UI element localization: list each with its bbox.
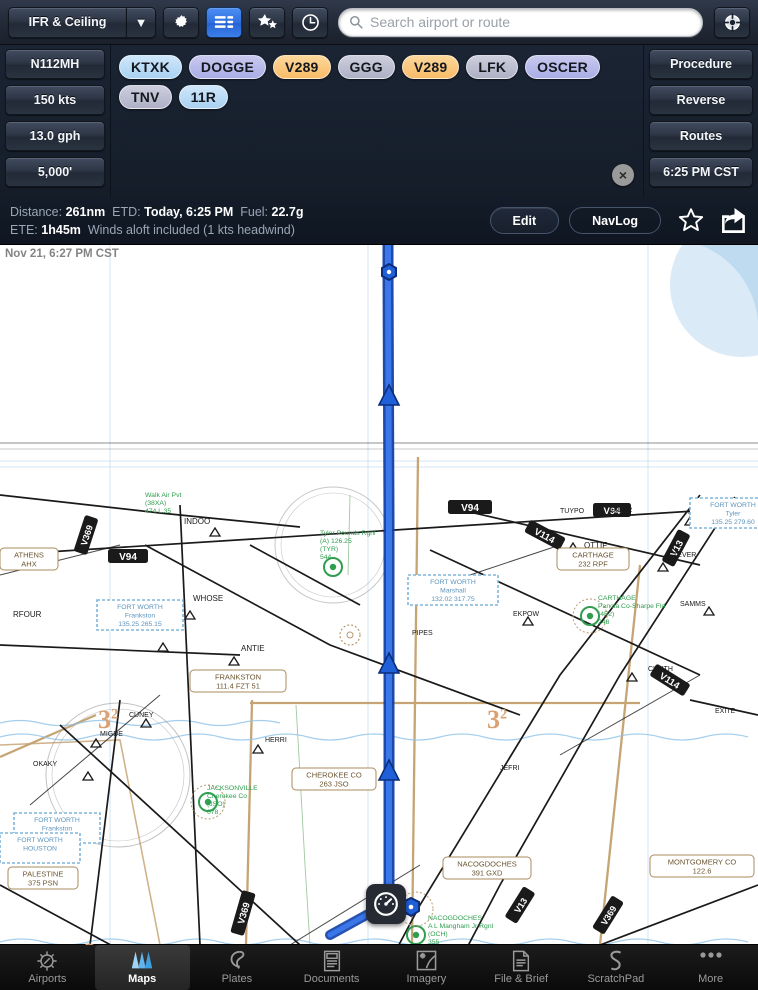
tab-more[interactable]: More [663, 945, 758, 990]
waypoint-chip-list: KTXK DOGGE V289 GGG V289 LFK OSCER TNV 11R [119, 55, 635, 109]
bottom-tab-bar: Airports Maps Plates Documents Imagery File &… [0, 944, 758, 990]
tab-maps[interactable]: Maps [94, 945, 190, 990]
procedure-button[interactable]: Procedure [649, 49, 753, 79]
waypoint-chip[interactable]: KTXK [119, 55, 182, 79]
distance-value: 261nm [65, 204, 106, 219]
clear-route-button[interactable]: × [612, 164, 634, 186]
route-line [325, 245, 416, 940]
tab-label: Maps [128, 973, 157, 985]
departure-time-button[interactable]: 6:25 PM CST [649, 157, 753, 187]
clock-history-icon[interactable] [292, 6, 328, 38]
grid-sup: 2 [111, 706, 119, 723]
search-input[interactable]: Search airport or route [338, 7, 703, 37]
tail-number-button[interactable]: N112MH [5, 49, 105, 79]
tab-plates[interactable]: Plates [190, 945, 285, 990]
plates-hook-icon [228, 950, 246, 972]
fuel-label: Fuel: [240, 204, 269, 219]
tab-label: More [698, 973, 724, 985]
tab-label: Documents [303, 973, 360, 985]
route-editor-panel: N112MH 150 kts 13.0 gph 5,000' KTXK DOGGE… [0, 45, 758, 197]
sectional-grid-number: 32 [62, 935, 96, 945]
waypoint-chip[interactable]: V289 [273, 55, 331, 79]
navlog-button[interactable]: NavLog [569, 207, 661, 234]
grid-main: 3 [487, 705, 500, 734]
tab-file-brief[interactable]: File & Brief [474, 945, 569, 990]
ete-label: ETE: [10, 222, 38, 237]
route-waypoint-area[interactable]: KTXK DOGGE V289 GGG V289 LFK OSCER TNV 11R × [110, 45, 644, 197]
search-placeholder: Search airport or route [370, 14, 511, 30]
layer-selector-button[interactable]: IFR & Ceiling [8, 6, 126, 38]
map-timestamp: Nov 21, 6:27 PM CST [5, 248, 119, 260]
flight-route-layer [325, 245, 420, 940]
tab-label: File & Brief [494, 973, 549, 985]
grid-main: 3 [62, 936, 84, 945]
settings-gear-icon[interactable] [163, 6, 199, 38]
waypoint-chip[interactable]: TNV [119, 85, 172, 109]
routes-button[interactable]: Routes [649, 121, 753, 151]
ete-value: 1h45m [41, 222, 81, 237]
route-waypoint-marker[interactable] [381, 262, 397, 282]
layers-list-icon[interactable] [206, 6, 242, 38]
imagery-icon [416, 950, 437, 972]
tab-label: Imagery [406, 973, 447, 985]
waypoint-chip[interactable]: GGG [337, 55, 395, 79]
waypoint-chip[interactable]: LFK [466, 55, 519, 79]
route-summary-bar: Distance: 261nm ETD: Today, 6:25 PM Fuel… [0, 196, 758, 245]
route-summary-text: Distance: 261nm ETD: Today, 6:25 PM Fuel… [10, 203, 480, 239]
scratchpad-icon [608, 950, 624, 972]
documents-icon [322, 950, 342, 972]
top-toolbar: IFR & Ceiling ▼ Search airport or route [0, 0, 758, 45]
tab-airports[interactable]: Airports [0, 945, 95, 990]
airport-beacon-icon [36, 950, 58, 972]
tab-label: Plates [221, 973, 253, 985]
fuel-burn-button[interactable]: 13.0 gph [5, 121, 105, 151]
crosshair-locate-icon[interactable] [714, 6, 750, 38]
etd-value: Today, 6:25 PM [144, 204, 234, 219]
grid-sup: 2 [84, 938, 96, 945]
sectional-grid-number: 32 [98, 705, 118, 735]
tab-label: Airports [28, 973, 67, 985]
speedometer-icon[interactable] [366, 884, 406, 924]
true-airspeed-button[interactable]: 150 kts [5, 85, 105, 115]
waypoint-chip[interactable]: 11R [178, 85, 229, 109]
waypoint-chip[interactable]: OSCER [525, 55, 600, 79]
tab-documents[interactable]: Documents [284, 945, 379, 990]
star-outline-icon[interactable] [677, 207, 705, 234]
tab-scratchpad[interactable]: ScratchPad [569, 945, 664, 990]
maps-layers-icon [129, 950, 155, 972]
speedometer-glyph [374, 892, 398, 916]
reverse-button[interactable]: Reverse [649, 85, 753, 115]
more-dots-icon [699, 950, 723, 972]
tab-imagery[interactable]: Imagery [379, 945, 474, 990]
chevron-down-icon[interactable]: ▼ [126, 6, 156, 38]
route-actions-column: Procedure Reverse Routes 6:25 PM CST [644, 45, 758, 197]
tab-label: ScratchPad [587, 973, 645, 985]
layer-selector-group[interactable]: IFR & Ceiling ▼ [8, 6, 156, 38]
sectional-grid-number: 32 [487, 705, 507, 735]
search-icon [349, 15, 363, 29]
sectional-chart-map[interactable]: V94 V94 V94 V94 V212 V114 V13 V114 V369 … [0, 245, 758, 945]
grid-sup: 2 [500, 706, 508, 723]
etd-label: ETD: [112, 204, 141, 219]
waypoint-chip[interactable]: DOGGE [188, 55, 267, 79]
edit-button[interactable]: Edit [489, 207, 560, 234]
favorites-stars-icon[interactable] [249, 6, 285, 38]
callout-pointer [497, 196, 513, 204]
file-brief-icon [511, 950, 531, 972]
share-export-icon[interactable] [721, 208, 748, 233]
distance-label: Distance: [10, 204, 63, 219]
cruise-altitude-button[interactable]: 5,000' [5, 157, 105, 187]
winds-note: Winds aloft included (1 kts headwind) [87, 222, 295, 237]
waypoint-chip[interactable]: V289 [401, 55, 460, 79]
aircraft-params-column: N112MH 150 kts 13.0 gph 5,000' [0, 45, 110, 197]
fuel-value: 22.7g [271, 204, 304, 219]
grid-main: 3 [98, 705, 111, 734]
